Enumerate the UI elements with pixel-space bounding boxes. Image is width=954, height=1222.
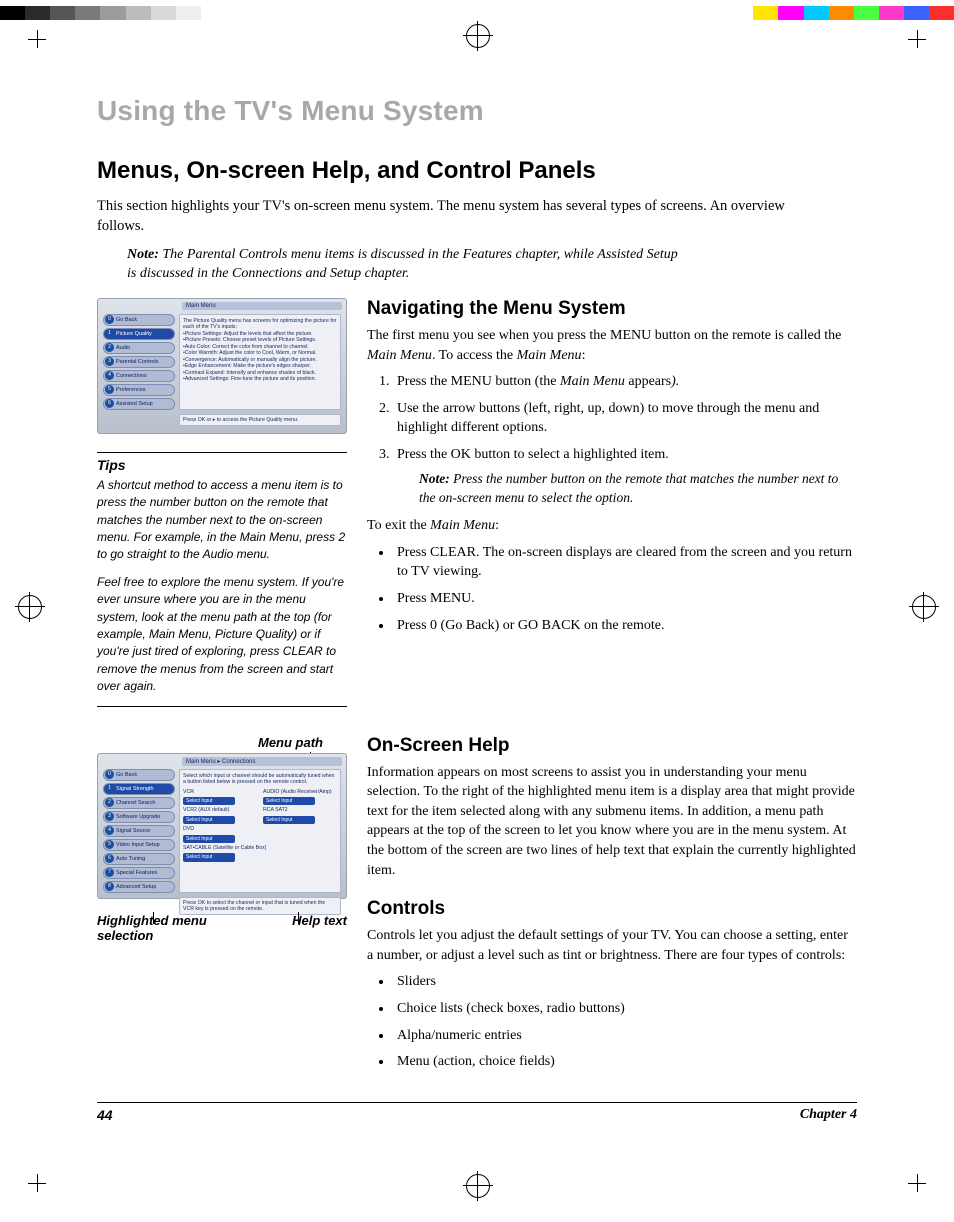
chapter-heading: Using the TV's Menu System [97, 95, 857, 127]
callout-line [298, 912, 299, 924]
list-item: Use the arrow buttons (left, right, up, … [393, 399, 857, 438]
list-item: Alpha/numeric entries [393, 1026, 857, 1046]
section-heading: On-Screen Help [367, 735, 857, 757]
page-content: Using the TV's Menu System Menus, On-scr… [97, 95, 857, 1080]
menu-item: 0Go Back [103, 769, 175, 781]
body-text: The first menu you see when you press th… [367, 326, 857, 365]
menu-item: 4Connections [103, 370, 175, 382]
registration-mark [466, 24, 490, 48]
section-heading: Navigating the Menu System [367, 298, 857, 320]
main-menu-screenshot: Main Menu 0Go Back 1Picture Quality 2Audio… [97, 298, 347, 434]
menu-footer-help: Press OK or ▸ to access the Picture Qual… [179, 414, 341, 426]
registration-mark [18, 595, 42, 619]
list-item: Sliders [393, 972, 857, 992]
body-text: Information appears on most screens to a… [367, 763, 857, 881]
menu-description-panel: Select which input or channel should be … [179, 769, 341, 893]
menu-item: 3Parental Controls [103, 356, 175, 368]
menu-item: 8Advanced Setup [103, 881, 175, 893]
list-item: Press CLEAR. The on-screen displays are … [393, 543, 857, 582]
menu-item: 3Software Upgrade [103, 811, 175, 823]
chapter-label: Chapter 4 [800, 1107, 857, 1123]
body-text: To exit the Main Menu: [367, 516, 857, 536]
inline-note: Note: Press the number button on the rem… [419, 470, 857, 508]
menu-item: 0Go Back [103, 314, 175, 326]
registration-mark [466, 1174, 490, 1198]
menu-item: 5Video Input Setup [103, 839, 175, 851]
divider [97, 706, 347, 707]
section-heading: Controls [367, 898, 857, 920]
callout-line [153, 912, 154, 924]
menu-item: 7Special Features [103, 867, 175, 879]
figure-caption-highlighted: Highlighted menu selection [97, 913, 247, 943]
crop-mark [28, 30, 46, 48]
menu-item: 6Assisted Setup [103, 398, 175, 410]
menu-item: 5Preferences [103, 384, 175, 396]
tips-heading: Tips [97, 452, 347, 473]
page-footer: 44 Chapter 4 [97, 1102, 857, 1123]
menu-item: 1Picture Quality [103, 328, 175, 340]
menu-footer-help: Press OK to select the channel or input … [179, 897, 341, 915]
list-item: Choice lists (check boxes, radio buttons… [393, 999, 857, 1019]
tip-paragraph: Feel free to explore the menu system. If… [97, 574, 347, 696]
list-item: Press MENU. [393, 589, 857, 609]
tips-box: Tips A shortcut method to access a menu … [97, 452, 347, 707]
bullet-list: Press CLEAR. The on-screen displays are … [367, 543, 857, 635]
menu-item: 1Signal Strength [103, 783, 175, 795]
page-title: Menus, On-screen Help, and Control Panel… [97, 157, 857, 185]
body-text: Controls let you adjust the default sett… [367, 926, 857, 965]
figure-caption-help-text: Help text [257, 913, 347, 943]
menu-breadcrumb: Main Menu ▸ Connections [182, 757, 342, 766]
list-item: Press the OK button to select a highligh… [393, 445, 857, 508]
list-item: Press 0 (Go Back) or GO BACK on the remo… [393, 616, 857, 636]
connections-menu-screenshot: Main Menu ▸ Connections 0Go Back 1Signal … [97, 753, 347, 899]
figure-caption-menu-path: Menu path [97, 735, 347, 750]
menu-item: 2Audio [103, 342, 175, 354]
numbered-list: Press the MENU button (the Main Menu app… [367, 372, 857, 508]
crop-mark [908, 1174, 926, 1192]
list-item: Press the MENU button (the Main Menu app… [393, 372, 857, 392]
note-text: The Parental Controls menu items is disc… [127, 247, 678, 281]
menu-item: 2Channel Search [103, 797, 175, 809]
registration-mark [912, 595, 936, 619]
crop-mark [908, 30, 926, 48]
printer-color-bar [0, 6, 954, 20]
bullet-list: Sliders Choice lists (check boxes, radio … [367, 972, 857, 1071]
note-label: Note: [127, 247, 159, 262]
tip-paragraph: A shortcut method to access a menu item … [97, 477, 347, 564]
menu-item: 4Signal Source [103, 825, 175, 837]
page-number: 44 [97, 1107, 113, 1123]
list-item: Menu (action, choice fields) [393, 1052, 857, 1072]
menu-description-panel: The Picture Quality menu has screens for… [179, 314, 341, 410]
crop-mark [28, 1174, 46, 1192]
note-block: Note: The Parental Controls menu items i… [127, 246, 687, 284]
intro-paragraph: This section highlights your TV's on-scr… [97, 197, 797, 236]
menu-item: 6Auto Tuning [103, 853, 175, 865]
menu-breadcrumb: Main Menu [182, 302, 342, 310]
